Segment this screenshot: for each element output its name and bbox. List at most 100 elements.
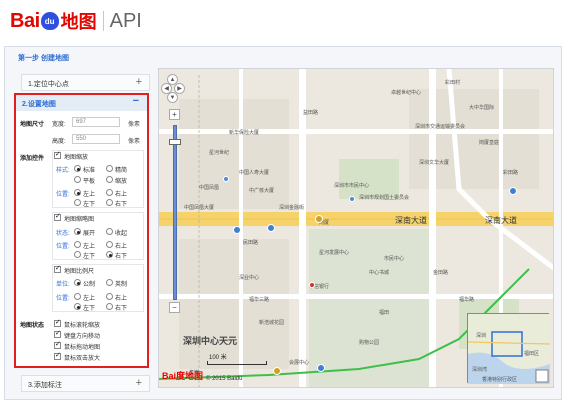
- pos-top-right-radio[interactable]: [106, 293, 113, 300]
- scale-control-checkbox[interactable]: [54, 264, 61, 273]
- section-header[interactable]: 2.设置地图 −: [16, 95, 147, 111]
- map-state-label: 地图状态: [20, 323, 45, 329]
- poi-label: 中广核大厦: [249, 188, 275, 194]
- section-label: 3.添加标注: [28, 382, 62, 389]
- overview-control-label: 地图缩略图: [64, 217, 95, 223]
- zoom-slider-thumb[interactable]: [169, 139, 181, 145]
- pan-down-icon[interactable]: ▼: [167, 92, 178, 103]
- style-zoom-radio[interactable]: [106, 176, 113, 183]
- bus-stop-icon[interactable]: [317, 364, 325, 372]
- pos-bottom-right-radio[interactable]: [106, 251, 113, 258]
- nav-control-label: 地图缩放: [64, 155, 89, 161]
- unit-imperial-radio[interactable]: [106, 279, 113, 286]
- expand-icon[interactable]: +: [136, 377, 142, 389]
- section-label: 2.设置地图: [22, 101, 56, 108]
- pos-top-left-radio[interactable]: [74, 293, 81, 300]
- poi-label: 深圳市交通运输委员会: [415, 124, 466, 130]
- pos-bottom-left-radio[interactable]: [74, 303, 81, 310]
- paw-icon: du: [40, 12, 59, 30]
- nav-control-checkbox[interactable]: [54, 150, 61, 159]
- checkbox-label: 鼠标拖动地图: [64, 345, 101, 351]
- radio-label: 左下: [83, 202, 96, 208]
- section-label: 1.定位中心点: [28, 81, 69, 88]
- map-size-label: 地图尺寸: [20, 122, 45, 128]
- overview-label: 深圳湾: [472, 367, 488, 373]
- metro-station-icon[interactable]: [315, 215, 323, 223]
- poi-label: 福田: [379, 310, 390, 316]
- poi-label: 深圳文华大厦: [419, 160, 450, 166]
- poi-label: 卓越世纪中心: [391, 90, 422, 96]
- pos-top-left-radio[interactable]: [74, 241, 81, 248]
- pos-bottom-left-radio[interactable]: [74, 199, 81, 206]
- radio-label: 左上: [83, 296, 96, 302]
- pos-top-right-radio[interactable]: [106, 189, 113, 196]
- state-expand-radio[interactable]: [74, 228, 81, 235]
- style-pan-radio[interactable]: [74, 176, 81, 183]
- expand-icon[interactable]: +: [136, 76, 142, 88]
- road-label: 益田路: [303, 110, 319, 116]
- zoom-out-button[interactable]: −: [169, 302, 180, 313]
- drag-map-checkbox[interactable]: [54, 340, 61, 349]
- baidu-map-api-logo[interactable]: Bai du 地图 API: [10, 8, 142, 34]
- section-locate-center[interactable]: 1.定位中心点 +: [21, 74, 150, 91]
- pos-bottom-left-radio[interactable]: [74, 251, 81, 258]
- step-title: 第一步 创建地图: [18, 55, 69, 62]
- pos-top-right-radio[interactable]: [106, 241, 113, 248]
- overview-shapes: [468, 314, 550, 384]
- position-label: 位置:: [56, 192, 70, 198]
- poi-label: 深业中心: [239, 275, 260, 281]
- keyboard-move-checkbox[interactable]: [54, 329, 61, 338]
- map-canvas[interactable]: 深南大道 深南大道 深圳中心天元 深圳市市民中心 深圳市规划国土委员会 深圳市交…: [158, 68, 554, 388]
- map-baidu-logo[interactable]: Bai度地图: [162, 369, 203, 382]
- radio-label: 左下: [83, 254, 96, 260]
- poi-marker-icon[interactable]: [349, 196, 355, 202]
- overview-control-checkbox[interactable]: [54, 212, 61, 221]
- poi-label: 深圳金融街: [279, 205, 305, 211]
- pos-bottom-right-radio[interactable]: [106, 303, 113, 310]
- logo-divider: [102, 11, 104, 31]
- radio-label: 右上: [115, 244, 128, 250]
- radio-label: 右下: [115, 254, 128, 260]
- scale-text: 100 米: [209, 355, 227, 361]
- bank-icon[interactable]: [309, 282, 315, 288]
- section-add-markers[interactable]: 3.添加标注 +: [21, 375, 150, 392]
- pos-bottom-right-radio[interactable]: [106, 199, 113, 206]
- zoom-in-button[interactable]: +: [169, 109, 180, 120]
- poi-label: 深圳中心天元: [183, 336, 238, 346]
- overview-map[interactable]: 深圳 深圳湾 香港特别行政区 福田区: [467, 313, 550, 384]
- scale-bar: [207, 361, 267, 365]
- bus-stop-icon[interactable]: [267, 224, 275, 232]
- metro-station-icon[interactable]: [273, 367, 281, 375]
- state-collapse-radio[interactable]: [106, 228, 113, 235]
- poi-marker-icon[interactable]: [223, 176, 229, 182]
- poi-label: 新浩城花园: [259, 320, 285, 326]
- poi-label: 星河世纪: [209, 150, 230, 156]
- header: Bai du 地图 API: [0, 0, 566, 44]
- unit-label: 单位:: [56, 282, 70, 288]
- radio-label: 左下: [83, 306, 96, 312]
- poi-label: 深圳市市民中心: [334, 183, 370, 189]
- radio-label: 右下: [115, 202, 128, 208]
- road-label: 深南大道: [485, 216, 517, 225]
- pos-top-left-radio[interactable]: [74, 189, 81, 196]
- double-click-zoom-checkbox[interactable]: [54, 351, 61, 360]
- poi-label: 中国人寿大厦: [239, 170, 270, 176]
- overview-label: 深圳: [476, 333, 487, 339]
- style-standard-radio[interactable]: [74, 165, 81, 172]
- radio-label: 公制: [83, 282, 96, 288]
- height-input[interactable]: 550: [72, 134, 120, 144]
- width-input[interactable]: 697: [72, 117, 120, 127]
- logo-bai: Bai: [10, 9, 40, 32]
- overview-label: 福田区: [524, 351, 540, 357]
- bus-stop-icon[interactable]: [233, 226, 241, 234]
- style-compact-radio[interactable]: [106, 165, 113, 172]
- zoom-slider-track[interactable]: [173, 125, 177, 300]
- bus-stop-icon[interactable]: [509, 187, 517, 195]
- controls-label: 添加控件: [20, 156, 45, 162]
- scroll-zoom-checkbox[interactable]: [54, 318, 61, 327]
- radio-label: 左上: [83, 244, 96, 250]
- unit-metric-radio[interactable]: [74, 279, 81, 286]
- collapse-icon[interactable]: −: [133, 95, 139, 107]
- poi-label: 会展中心: [289, 360, 310, 366]
- radio-label: 缩放: [115, 179, 128, 185]
